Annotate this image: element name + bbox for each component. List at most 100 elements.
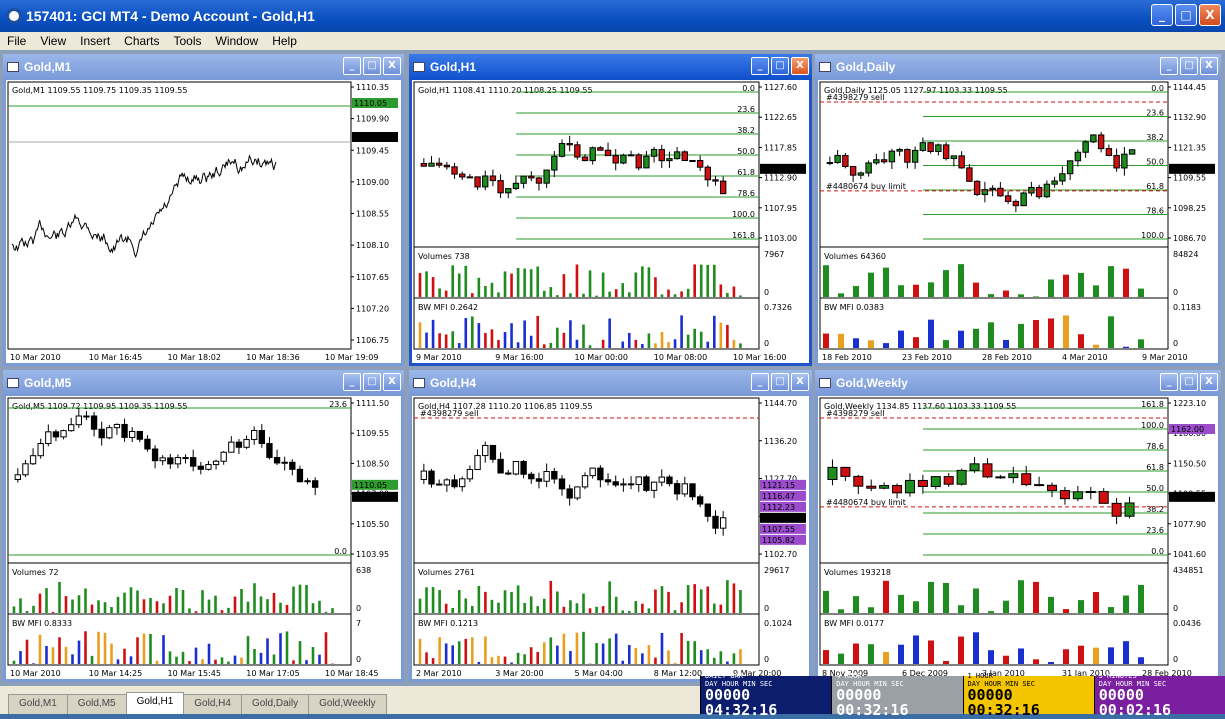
chart-canvas[interactable]: Gold,Daily 1125.05 1127.97 1103.33 1109.… <box>818 80 1218 363</box>
timer-digits: 00000 00:32:16 <box>836 685 909 719</box>
menu-charts[interactable]: Charts <box>117 34 166 48</box>
close-button[interactable]: X <box>1199 4 1221 26</box>
tab-gold-daily[interactable]: Gold,Daily <box>240 694 310 714</box>
window-minimize-button[interactable]: _ <box>343 57 361 75</box>
candle-body <box>597 147 604 151</box>
candle-body <box>512 460 520 475</box>
candle-body <box>304 480 311 483</box>
chart-window-titlebar[interactable]: Gold,M5 _ □ X <box>3 370 404 396</box>
price-axis-label: 1107.65 <box>356 273 389 282</box>
candle-body <box>574 486 581 499</box>
chart-canvas[interactable]: Gold,H1 1108.41 1110.20 1108.25 1109.55 1… <box>412 80 809 363</box>
tab-gold-weekly[interactable]: Gold,Weekly <box>308 694 387 714</box>
chart-svg: Gold,M1 1109.55 1109.75 1109.35 1109.55 1… <box>7 81 398 362</box>
candle-body <box>90 415 98 430</box>
window-close-button[interactable]: X <box>791 373 809 391</box>
window-restore-button[interactable]: □ <box>771 373 789 391</box>
volumes-max-label: 84824 <box>1173 250 1198 259</box>
candle-body <box>581 156 589 162</box>
window-minimize-button[interactable]: _ <box>751 373 769 391</box>
chart-window-titlebar[interactable]: Gold,Weekly _ □ X <box>815 370 1221 396</box>
chart-window-titlebar[interactable]: Gold,H1 _ □ X <box>409 54 812 80</box>
chart-canvas[interactable]: Gold,M5 1109.72 1109.95 1109.35 1109.55 1… <box>6 396 401 679</box>
maximize-button[interactable]: □ <box>1175 4 1197 26</box>
chart-window-m5[interactable]: Gold,M5 _ □ X Gold,M5 1109.72 1109.95 1109.… <box>3 370 404 682</box>
candle-body <box>1028 186 1035 194</box>
chart-window-titlebar[interactable]: Gold,H4 _ □ X <box>409 370 812 396</box>
chart-icon <box>413 378 425 388</box>
menu-file[interactable]: File <box>0 34 33 48</box>
time-axis-label: 23 Feb 2010 <box>902 353 952 362</box>
candle-body <box>1105 148 1113 156</box>
window-close-button[interactable]: X <box>1200 57 1218 75</box>
menu-view[interactable]: View <box>33 34 73 48</box>
chart-canvas[interactable]: Gold,M1 1109.55 1109.75 1109.35 1109.55 1… <box>6 80 401 363</box>
candle-body <box>681 151 688 162</box>
volumes-zero-label: 0 <box>1173 288 1178 297</box>
price-badge-label: 1109.55 <box>354 133 387 142</box>
candle-body <box>982 463 993 478</box>
window-restore-button[interactable]: □ <box>1180 373 1198 391</box>
price-axis-label: 1110.35 <box>356 83 389 92</box>
chart-window-h1[interactable]: Gold,H1 _ □ X Gold,H1 1108.41 1110.20 1108.… <box>409 54 812 366</box>
chart-window-daily[interactable]: Gold,Daily _ □ X Gold,Daily 1125.05 1127.97… <box>815 54 1221 366</box>
candle-body <box>650 148 658 157</box>
volumes-max-label: 29617 <box>764 566 789 575</box>
candle-body <box>1128 149 1136 155</box>
candle-body <box>635 154 642 169</box>
window-close-button[interactable]: X <box>791 57 809 75</box>
chart-tab-bar: Gold,M1 Gold,M5 Gold,H1 Gold,H4 Gold,Dai… <box>0 686 700 714</box>
window-close-button[interactable]: X <box>1200 373 1218 391</box>
candle-body <box>197 465 204 470</box>
window-restore-button[interactable]: □ <box>363 57 381 75</box>
candle-body <box>106 427 113 439</box>
fibo-level-label: 23.6 <box>1146 526 1164 535</box>
window-minimize-button[interactable]: _ <box>751 57 769 75</box>
candle-body <box>98 428 105 439</box>
minimize-button[interactable]: _ <box>1151 4 1173 26</box>
window-minimize-button[interactable]: _ <box>1160 57 1178 75</box>
candle-body <box>235 441 243 448</box>
tab-gold-h4[interactable]: Gold,H4 <box>183 694 242 714</box>
chart-header-text: Gold,M1 1109.55 1109.75 1109.35 1109.55 <box>12 86 187 95</box>
window-close-button[interactable]: X <box>383 57 401 75</box>
chart-window-title: Gold,H1 <box>430 60 477 74</box>
candle-body <box>1047 484 1058 492</box>
tab-gold-m5[interactable]: Gold,M5 <box>66 694 127 714</box>
chart-window-h4[interactable]: Gold,H4 _ □ X Gold,H4 1107.28 1110.20 1106.… <box>409 370 812 682</box>
window-close-button[interactable]: X <box>383 373 401 391</box>
fibo-level-label: 23.6 <box>329 400 347 409</box>
candle-body <box>489 444 497 460</box>
chart-window-titlebar[interactable]: Gold,M1 _ □ X <box>3 54 404 80</box>
menu-tools[interactable]: Tools <box>167 34 209 48</box>
window-minimize-button[interactable]: _ <box>1160 373 1178 391</box>
menu-bar: File View Insert Charts Tools Window Hel… <box>0 32 1225 50</box>
window-restore-button[interactable]: □ <box>363 373 381 391</box>
chart-window-titlebar[interactable]: Gold,Daily _ □ X <box>815 54 1221 80</box>
menu-help[interactable]: Help <box>265 34 304 48</box>
menu-window[interactable]: Window <box>209 34 266 48</box>
candle-body <box>428 470 435 485</box>
price-axis-label: 1107.95 <box>764 204 797 213</box>
tab-gold-m1[interactable]: Gold,M1 <box>8 694 68 714</box>
price-axis-label: 1106.75 <box>356 336 389 345</box>
menu-insert[interactable]: Insert <box>73 34 117 48</box>
candle-body <box>1059 490 1070 500</box>
chart-canvas[interactable]: Gold,H4 1107.28 1110.20 1106.85 1109.55 1… <box>412 396 809 679</box>
tab-gold-h1[interactable]: Gold,H1 <box>125 692 185 714</box>
chart-canvas[interactable]: Gold,Weekly 1134.85 1137.60 1103.33 1109… <box>818 396 1218 679</box>
window-restore-button[interactable]: □ <box>771 57 789 75</box>
window-restore-button[interactable]: □ <box>1180 57 1198 75</box>
candle-body <box>497 180 504 194</box>
chart-window-weekly[interactable]: Gold,Weekly _ □ X Gold,Weekly 1134.85 1137.… <box>815 370 1221 682</box>
candle-body <box>113 423 121 429</box>
fibo-level-label: 61.8 <box>737 168 755 177</box>
fibo-level-label: 78.6 <box>1146 207 1164 216</box>
candle-body <box>888 150 896 163</box>
candle-body <box>950 155 958 160</box>
window-minimize-button[interactable]: _ <box>343 373 361 391</box>
chart-icon <box>7 62 19 72</box>
bw-mfi-zero-label: 0 <box>356 655 361 664</box>
candle-body <box>581 475 589 488</box>
chart-window-m1[interactable]: Gold,M1 _ □ X Gold,M1 1109.55 1109.75 1109.… <box>3 54 404 366</box>
